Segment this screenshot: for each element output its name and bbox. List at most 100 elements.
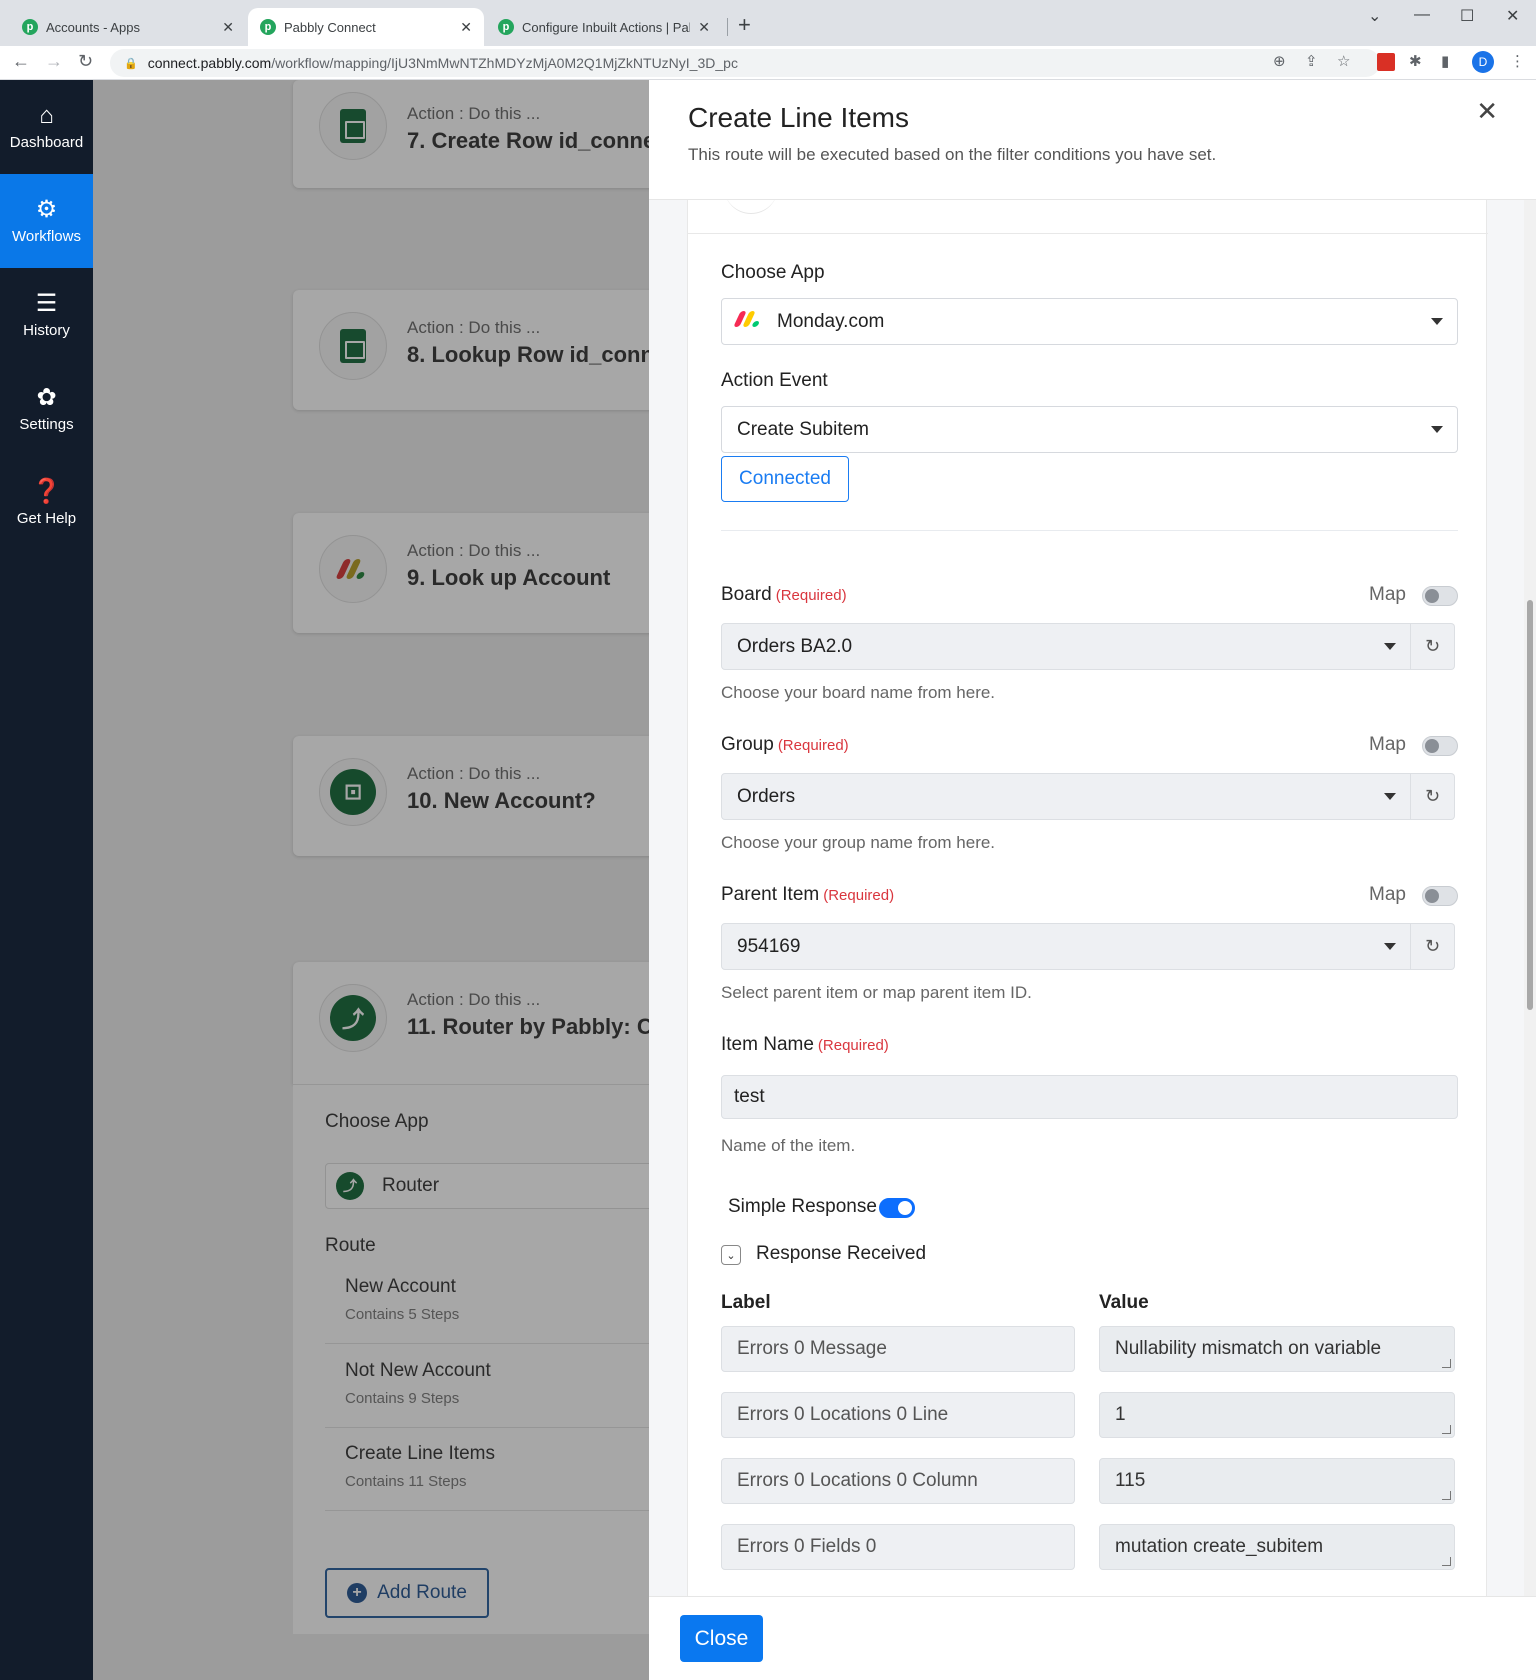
gear-icon: ✿ <box>36 383 57 411</box>
response-label-field: Errors 0 Locations 0 Column <box>721 1458 1075 1504</box>
plus-icon: + <box>347 1583 368 1603</box>
board-label: Board (Required) <box>721 584 847 606</box>
extension-icon[interactable] <box>1377 53 1395 71</box>
tab-close-icon[interactable]: ✕ <box>222 19 234 36</box>
close-icon[interactable]: ✕ <box>1476 96 1498 127</box>
pabbly-favicon-icon: p <box>22 19 38 35</box>
required-tag: (Required) <box>777 737 849 754</box>
profile-avatar[interactable]: D <box>1472 51 1494 73</box>
sidebar-item-workflows[interactable]: ⚙ Workflows <box>0 174 93 268</box>
extensions-puzzle-icon[interactable]: ✱ <box>1409 52 1422 70</box>
board-select[interactable]: Orders BA2.0 <box>721 623 1411 670</box>
workflow-step-card[interactable]: ⊡ Action : Do this ... 10. New Account? <box>293 736 649 856</box>
add-route-button[interactable]: + Add Route <box>325 1568 489 1618</box>
side-panel-icon[interactable]: ▮ <box>1441 52 1449 70</box>
response-value-field[interactable]: mutation create_subitem <box>1099 1524 1455 1570</box>
new-tab-icon[interactable]: + <box>738 12 751 38</box>
sidebar-item-dashboard[interactable]: ⌂ Dashboard <box>0 80 93 174</box>
sidebar-item-history[interactable]: ☰ History <box>0 268 93 362</box>
parent-item-select[interactable]: 954169 <box>721 923 1411 970</box>
url-host: connect.pabbly.com <box>147 55 272 71</box>
sidebar-item-label: Dashboard <box>9 133 84 151</box>
parent-item-value: 954169 <box>737 935 801 957</box>
workflow-icon: ⚙ <box>35 195 58 223</box>
parent-item-refresh-button[interactable]: ↻ <box>1411 923 1455 970</box>
router-icon: ⤴ <box>319 984 387 1052</box>
maximize-icon[interactable]: ☐ <box>1460 6 1474 26</box>
response-value-field[interactable]: Nullability mismatch on variable <box>1099 1326 1455 1372</box>
tab-close-icon[interactable]: ✕ <box>460 19 472 36</box>
browser-tab-configure[interactable]: p Configure Inbuilt Actions | Pabbly ✕ <box>486 8 722 46</box>
route-item[interactable]: New Account Contains 5 Steps <box>325 1260 649 1344</box>
route-item[interactable]: Create Line Items Contains 11 Steps <box>325 1427 649 1511</box>
back-icon[interactable]: ← <box>12 51 30 72</box>
zoom-icon[interactable]: ⊕ <box>1273 52 1286 70</box>
refresh-icon: ↻ <box>1424 936 1441 956</box>
window-close-icon[interactable]: ✕ <box>1506 6 1519 26</box>
step-name: 8. Lookup Row id_conn <box>407 342 649 367</box>
simple-response-toggle[interactable] <box>879 1198 915 1218</box>
router-icon: ⤴ <box>336 1172 364 1200</box>
board-refresh-button[interactable]: ↻ <box>1411 623 1455 670</box>
step-name: 7. Create Row id_conne <box>407 128 649 153</box>
workflow-step-card[interactable]: Action : Do this ... 9. Look up Account <box>293 513 649 633</box>
chevron-down-icon <box>1384 943 1396 950</box>
required-tag: (Required) <box>823 887 895 904</box>
group-map-toggle[interactable] <box>1422 736 1458 756</box>
tab-separator <box>727 18 728 36</box>
required-tag: (Required) <box>775 587 847 604</box>
chevron-down-icon[interactable]: ⌄ <box>721 1245 741 1265</box>
tab-close-icon[interactable]: ✕ <box>698 19 710 36</box>
bookmark-star-icon[interactable]: ☆ <box>1337 52 1350 70</box>
sidebar-item-get-help[interactable]: ❓ Get Help <box>0 456 93 550</box>
response-value-field[interactable]: 1 <box>1099 1392 1455 1438</box>
chevron-down-icon <box>1431 426 1443 433</box>
response-value-field[interactable]: 115 <box>1099 1458 1455 1504</box>
parent-item-help-text: Select parent item or map parent item ID… <box>721 983 1032 1002</box>
add-route-label: Add Route <box>377 1582 467 1603</box>
google-sheets-icon <box>319 312 387 380</box>
minimize-icon[interactable]: — <box>1414 6 1430 24</box>
browser-tab-accounts[interactable]: p Accounts - Apps ✕ <box>10 8 246 46</box>
panel-scrollbar-thumb[interactable] <box>1527 600 1533 1010</box>
router-step-body: Choose App ⤴ Router Route New Account Co… <box>293 1084 649 1634</box>
app-sidebar: ⌂ Dashboard ⚙ Workflows ☰ History ✿ Sett… <box>0 80 93 1680</box>
item-name-label-text: Item Name <box>721 1034 814 1055</box>
step-type-label: Action : Do this ... <box>407 764 541 783</box>
panel-header: Create Line Items This route will be exe… <box>649 80 1536 200</box>
pabbly-favicon-icon: p <box>260 19 276 35</box>
url-input[interactable]: 🔒 connect.pabbly.com/workflow/mapping/Ij… <box>110 49 1380 77</box>
group-help-text: Choose your group name from here. <box>721 833 996 852</box>
forward-icon[interactable]: → <box>45 51 63 72</box>
sidebar-item-settings[interactable]: ✿ Settings <box>0 362 93 456</box>
workflow-step-card[interactable]: Action : Do this ... 8. Lookup Row id_co… <box>293 290 649 410</box>
tab-title: Accounts - Apps <box>46 19 140 35</box>
pabbly-favicon-icon: p <box>498 19 514 35</box>
group-label-text: Group <box>721 734 774 755</box>
browser-tab-pabbly-connect[interactable]: p Pabbly Connect ✕ <box>248 8 484 46</box>
group-select[interactable]: Orders <box>721 773 1411 820</box>
action-event-select[interactable]: Create Subitem <box>721 406 1458 453</box>
workflow-step-card[interactable]: ⤴ Action : Do this ... 11. Router by Pab… <box>293 962 649 1084</box>
reload-icon[interactable]: ↻ <box>78 51 93 72</box>
close-button[interactable]: Close <box>680 1615 763 1662</box>
workflow-step-card[interactable]: Action : Do this ... 7. Create Row id_co… <box>293 80 649 188</box>
divider <box>688 233 1488 234</box>
menu-kebab-icon[interactable]: ⋮ <box>1510 52 1525 70</box>
monday-icon <box>733 310 761 333</box>
choose-app-label: Choose App <box>721 262 825 283</box>
connected-button[interactable]: Connected <box>721 456 849 502</box>
parent-item-map-toggle[interactable] <box>1422 886 1458 906</box>
tab-search-icon[interactable]: ⌄ <box>1368 6 1381 26</box>
item-name-input[interactable]: test <box>721 1075 1458 1119</box>
chevron-down-icon <box>1431 318 1443 325</box>
lock-icon: 🔒 <box>124 57 138 70</box>
panel-scroll-area[interactable]: Choose App Monday.com Action Event Creat… <box>649 200 1536 1596</box>
group-refresh-button[interactable]: ↻ <box>1411 773 1455 820</box>
route-item[interactable]: Not New Account Contains 9 Steps <box>325 1344 649 1428</box>
route-steps-count: Contains 11 Steps <box>345 1473 467 1490</box>
choose-app-select[interactable]: Monday.com <box>721 298 1458 345</box>
router-app-select[interactable]: ⤴ Router <box>325 1163 649 1209</box>
share-icon[interactable]: ⇪ <box>1305 52 1318 70</box>
board-map-toggle[interactable] <box>1422 586 1458 606</box>
